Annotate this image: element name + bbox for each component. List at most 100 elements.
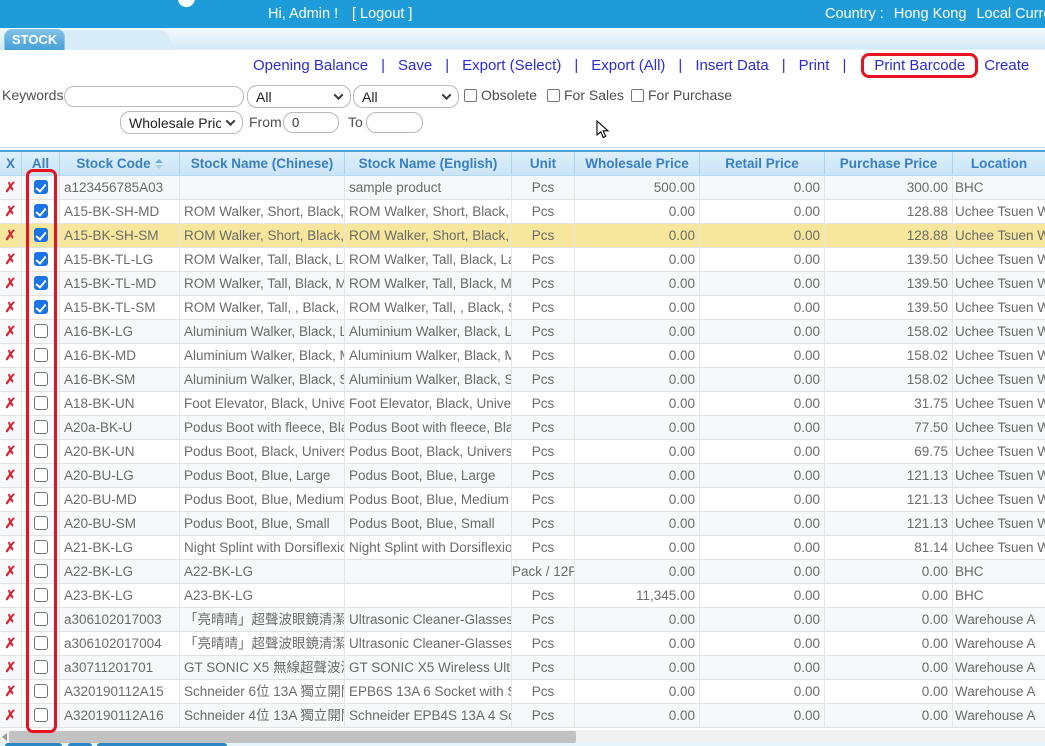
delete-row-icon[interactable]: ✗ bbox=[0, 392, 21, 415]
delete-row-icon[interactable]: ✗ bbox=[0, 632, 21, 655]
column-header-x[interactable]: X bbox=[0, 152, 22, 175]
row-checkbox[interactable] bbox=[34, 468, 48, 482]
subcategory-select[interactable]: All bbox=[353, 85, 459, 108]
delete-cell: ✗ bbox=[0, 440, 22, 464]
price-to-input[interactable] bbox=[366, 112, 423, 133]
delete-row-icon[interactable]: ✗ bbox=[0, 344, 21, 367]
row-checkbox[interactable] bbox=[34, 372, 48, 386]
horizontal-scrollbar bbox=[0, 730, 1045, 744]
column-header-retail-price[interactable]: Retail Price bbox=[700, 152, 825, 175]
delete-row-icon[interactable]: ✗ bbox=[0, 464, 21, 487]
logout-link[interactable]: [ Logout ] bbox=[352, 6, 412, 22]
checkbox-cell bbox=[22, 272, 60, 296]
row-checkbox[interactable] bbox=[34, 396, 48, 410]
row-checkbox[interactable] bbox=[34, 300, 48, 314]
unit-cell: Pcs bbox=[512, 704, 575, 728]
row-checkbox[interactable] bbox=[34, 180, 48, 194]
row-checkbox[interactable] bbox=[34, 588, 48, 602]
delete-row-icon[interactable]: ✗ bbox=[0, 296, 21, 319]
row-checkbox[interactable] bbox=[34, 348, 48, 362]
delete-row-icon[interactable]: ✗ bbox=[0, 320, 21, 343]
delete-row-icon[interactable]: ✗ bbox=[0, 512, 21, 535]
delete-row-icon[interactable]: ✗ bbox=[0, 272, 21, 295]
checkbox-cell bbox=[22, 488, 60, 512]
stock-code-cell: A16-BK-SM bbox=[60, 368, 180, 392]
wholesale-price-cell: 0.00 bbox=[575, 656, 700, 680]
purchase-price-cell: 0.00 bbox=[825, 584, 953, 608]
column-header-all[interactable]: All bbox=[22, 152, 60, 175]
row-checkbox[interactable] bbox=[34, 636, 48, 650]
price-field-select[interactable]: Wholesale Price bbox=[120, 111, 243, 134]
category-select[interactable]: All bbox=[247, 85, 351, 108]
delete-row-icon[interactable]: ✗ bbox=[0, 704, 21, 727]
delete-row-icon[interactable]: ✗ bbox=[0, 176, 21, 199]
delete-row-icon[interactable]: ✗ bbox=[0, 416, 21, 439]
row-checkbox[interactable] bbox=[34, 324, 48, 338]
stock-name-chinese-cell: 「亮晴晴」超聲波眼鏡清潔機 bbox=[180, 608, 345, 632]
row-checkbox[interactable] bbox=[34, 660, 48, 674]
column-header-wholesale-price[interactable]: Wholesale Price bbox=[575, 152, 700, 175]
column-header-purchase-price[interactable]: Purchase Price bbox=[825, 152, 953, 175]
column-header-stock-name-chinese[interactable]: Stock Name (Chinese) bbox=[180, 152, 345, 175]
column-header-unit[interactable]: Unit bbox=[512, 152, 575, 175]
stock-code-cell: A21-BK-LG bbox=[60, 536, 180, 560]
row-checkbox[interactable] bbox=[34, 564, 48, 578]
delete-row-icon[interactable]: ✗ bbox=[0, 488, 21, 511]
row-checkbox[interactable] bbox=[34, 252, 48, 266]
row-checkbox[interactable] bbox=[34, 228, 48, 242]
unit-cell: Pcs bbox=[512, 656, 575, 680]
row-checkbox[interactable] bbox=[34, 492, 48, 506]
row-checkbox[interactable] bbox=[34, 612, 48, 626]
row-checkbox[interactable] bbox=[34, 708, 48, 722]
delete-cell: ✗ bbox=[0, 320, 22, 344]
column-header-location[interactable]: Location bbox=[953, 152, 1045, 175]
delete-row-icon[interactable]: ✗ bbox=[0, 200, 21, 223]
checkbox-cell bbox=[22, 320, 60, 344]
country-info: Country : Hong Kong Local Currency bbox=[825, 6, 1045, 22]
delete-row-icon[interactable]: ✗ bbox=[0, 224, 21, 247]
print-barcode-link[interactable]: Print Barcode bbox=[874, 57, 965, 74]
delete-row-icon[interactable]: ✗ bbox=[0, 656, 21, 679]
insert-data-link[interactable]: Insert Data bbox=[695, 57, 768, 74]
row-checkbox[interactable] bbox=[34, 276, 48, 290]
delete-row-icon[interactable]: ✗ bbox=[0, 560, 21, 583]
delete-row-icon[interactable]: ✗ bbox=[0, 608, 21, 631]
for-sales-checkbox[interactable] bbox=[547, 89, 560, 102]
stock-code-cell: A15-BK-TL-SM bbox=[60, 296, 180, 320]
obsolete-checkbox[interactable] bbox=[464, 89, 477, 102]
print-link[interactable]: Print bbox=[799, 57, 830, 74]
scroll-left-button[interactable] bbox=[0, 730, 9, 744]
row-checkbox[interactable] bbox=[34, 516, 48, 530]
row-checkbox[interactable] bbox=[34, 420, 48, 434]
save-link[interactable]: Save bbox=[398, 57, 432, 74]
opening-balance-link[interactable]: Opening Balance bbox=[253, 57, 368, 74]
price-from-input[interactable] bbox=[283, 112, 339, 133]
for-purchase-checkbox[interactable] bbox=[631, 89, 644, 102]
export-select-link[interactable]: Export (Select) bbox=[462, 57, 561, 74]
delete-row-icon[interactable]: ✗ bbox=[0, 368, 21, 391]
row-checkbox[interactable] bbox=[34, 444, 48, 458]
row-checkbox[interactable] bbox=[34, 540, 48, 554]
tab-stock[interactable]: STOCK bbox=[4, 29, 65, 50]
delete-row-icon[interactable]: ✗ bbox=[0, 536, 21, 559]
retail-price-cell: 0.00 bbox=[700, 488, 825, 512]
location-cell: Uchee Tsuen Warehouse bbox=[953, 464, 1045, 488]
stock-name-chinese-cell: Podus Boot, Blue, Medium bbox=[180, 488, 345, 512]
create-link[interactable]: Create bbox=[984, 57, 1029, 74]
location-cell: Uchee Tsuen Warehouse bbox=[953, 344, 1045, 368]
retail-price-cell: 0.00 bbox=[700, 560, 825, 584]
delete-row-icon[interactable]: ✗ bbox=[0, 248, 21, 271]
column-header-stock-name-english[interactable]: Stock Name (English) bbox=[345, 152, 512, 175]
keywords-input[interactable] bbox=[64, 86, 244, 107]
delete-row-icon[interactable]: ✗ bbox=[0, 584, 21, 607]
column-header-stock-code[interactable]: Stock Code bbox=[60, 152, 180, 175]
export-all-link[interactable]: Export (All) bbox=[591, 57, 665, 74]
row-checkbox[interactable] bbox=[34, 684, 48, 698]
retail-price-cell: 0.00 bbox=[700, 680, 825, 704]
location-cell: Uchee Tsuen Warehouse bbox=[953, 200, 1045, 224]
row-checkbox[interactable] bbox=[34, 204, 48, 218]
delete-row-icon[interactable]: ✗ bbox=[0, 440, 21, 463]
scrollbar-thumb[interactable] bbox=[9, 731, 576, 743]
delete-row-icon[interactable]: ✗ bbox=[0, 680, 21, 703]
stock-name-english-cell bbox=[345, 584, 512, 608]
